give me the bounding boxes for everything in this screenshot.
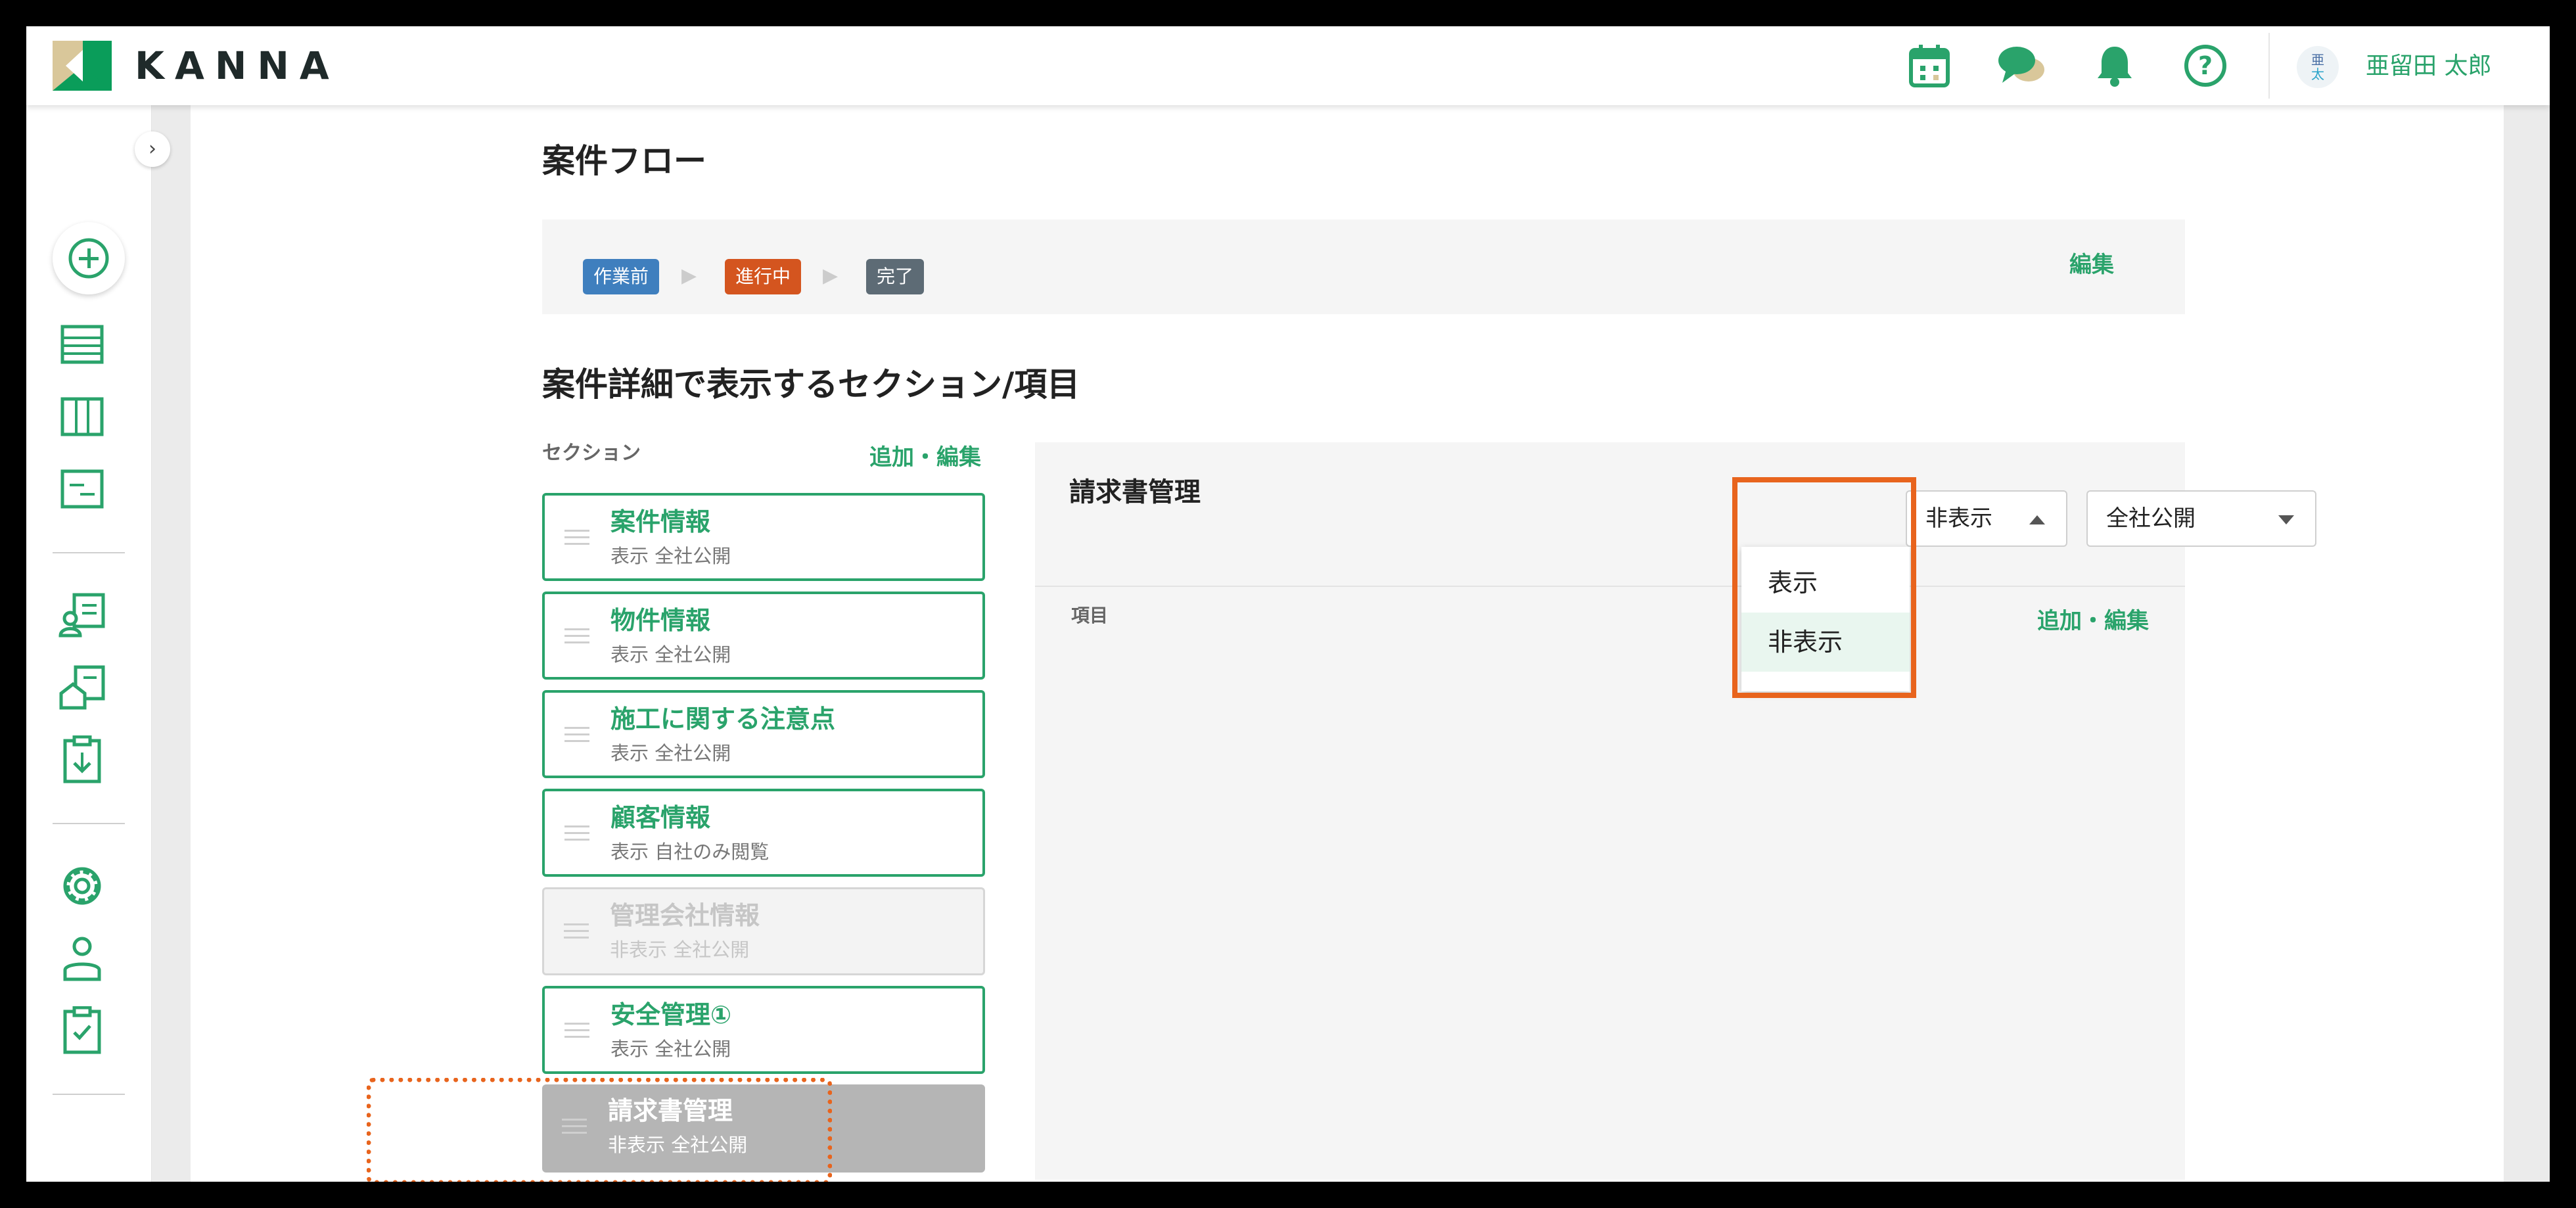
drag-handle-icon[interactable] <box>564 825 589 843</box>
sidebar-divider <box>53 552 125 553</box>
flow-bar: 作業前 ▶ 進行中 ▶ 完了 編集 <box>542 220 2185 314</box>
section-label: セクション <box>542 442 641 465</box>
detail-title: 案件詳細で表示するセクション/項目 <box>542 365 1080 404</box>
board-icon[interactable] <box>49 384 115 450</box>
flow-arrow-icon: ▶ <box>681 264 697 287</box>
panel-title: 請求書管理 <box>1069 477 1201 507</box>
dropdown-option-hide[interactable]: 非表示 <box>1741 613 1910 672</box>
section-card[interactable]: 管理会社情報 非表示 全社公開 <box>542 887 985 975</box>
logo-text: KANNA <box>135 43 340 88</box>
section-card[interactable]: 安全管理① 表示 全社公開 <box>542 986 985 1074</box>
section-card-status: 表示 全社公開 <box>610 1038 731 1060</box>
header-divider <box>2268 33 2270 99</box>
section-card-status: 表示 全社公開 <box>610 742 731 764</box>
section-card[interactable]: 物件情報 表示 全社公開 <box>542 592 985 680</box>
flow-title: 案件フロー <box>542 142 706 180</box>
right-gutter <box>2504 105 2550 1182</box>
drag-handle-icon[interactable] <box>564 628 589 645</box>
item-add-edit-link[interactable]: 追加・編集 <box>2037 607 2149 636</box>
calendar-icon[interactable] <box>1904 41 1954 91</box>
drag-handle-icon[interactable] <box>564 530 589 547</box>
section-card-title: 顧客情報 <box>610 803 711 832</box>
section-card-title: 管理会社情報 <box>610 901 760 930</box>
flow-arrow-icon: ▶ <box>823 264 839 287</box>
section-card[interactable]: 顧客情報 表示 自社のみ閲覧 <box>542 789 985 877</box>
help-icon[interactable]: ? <box>2180 41 2230 91</box>
section-card[interactable]: 施工に関する注意点 表示 全社公開 <box>542 690 985 778</box>
chat-icon[interactable] <box>1996 41 2046 91</box>
section-detail-panel: 請求書管理 非表示 全社公開 項目 追加・編集 <box>1035 442 2316 1180</box>
section-card-title: 請求書管理 <box>608 1096 733 1125</box>
section-card-title: 物件情報 <box>610 606 711 635</box>
avatar-line1: 亜 <box>2311 52 2324 68</box>
scope-select[interactable]: 全社公開 <box>2086 490 2316 547</box>
drag-handle-icon[interactable] <box>564 923 589 941</box>
avatar[interactable]: 亜 太 <box>2297 46 2339 88</box>
flow-step-chip: 作業前 <box>583 259 660 294</box>
chevron-down-icon <box>2278 515 2294 524</box>
section-add-edit-link[interactable]: 追加・編集 <box>869 443 981 472</box>
section-card-title: 施工に関する注意点 <box>610 705 836 733</box>
add-icon[interactable] <box>53 222 125 294</box>
section-card-status: 表示 全社公開 <box>610 643 731 666</box>
visibility-dropdown: 表示 非表示 <box>1741 547 1910 691</box>
section-card-title: 案件情報 <box>610 507 711 536</box>
bell-icon[interactable] <box>2090 41 2140 91</box>
property-icon[interactable] <box>49 655 115 720</box>
sidebar <box>26 105 152 1182</box>
section-card-title: 安全管理① <box>610 1000 732 1029</box>
drag-handle-icon[interactable] <box>564 1023 589 1040</box>
panel-divider <box>1035 586 2185 587</box>
chevron-up-icon <box>2029 515 2045 524</box>
document-icon[interactable] <box>49 456 115 522</box>
sidebar-divider <box>53 823 125 824</box>
section-card[interactable]: 案件情報 表示 全社公開 <box>542 493 985 581</box>
drag-handle-icon[interactable] <box>564 727 589 744</box>
settings-icon[interactable] <box>49 853 115 919</box>
flow-step-chip: 完了 <box>866 259 925 294</box>
section-card-selected[interactable]: 請求書管理 非表示 全社公開 <box>542 1084 985 1173</box>
kanna-logo-icon[interactable] <box>53 41 112 91</box>
sidebar-toggle-button[interactable]: › <box>135 131 170 167</box>
item-label: 項目 <box>1071 605 1109 626</box>
customer-icon[interactable] <box>49 582 115 648</box>
flow-edit-link[interactable]: 編集 <box>2069 248 2114 281</box>
list-icon[interactable] <box>49 312 115 377</box>
top-header: KANNA ? 亜 太 亜留田 太郎 <box>26 26 2550 105</box>
user-icon[interactable] <box>49 925 115 991</box>
clipboard-check-icon[interactable] <box>49 998 115 1063</box>
visibility-select-value: 非表示 <box>1925 505 1992 532</box>
drag-handle-icon[interactable] <box>562 1119 587 1136</box>
flow-step-chip: 進行中 <box>725 259 802 294</box>
visibility-select[interactable]: 非表示 <box>1906 490 2067 547</box>
section-card-status: 表示 自社のみ閲覧 <box>610 841 770 863</box>
main-content: 案件フロー 作業前 ▶ 進行中 ▶ 完了 編集 案件詳細で表示するセクション/項… <box>191 105 2504 1182</box>
section-card-status: 非表示 全社公開 <box>610 939 750 961</box>
app-window: KANNA ? 亜 太 亜留田 太郎 › 案件フロー 作業前 ▶ 進行中 ▶ 完… <box>26 26 2550 1182</box>
section-card-status: 非表示 全社公開 <box>608 1134 748 1156</box>
scope-select-value: 全社公開 <box>2106 505 2196 532</box>
svg-text:?: ? <box>2198 51 2213 80</box>
download-clipboard-icon[interactable] <box>49 727 115 793</box>
sidebar-divider <box>53 1094 125 1095</box>
dropdown-option-show[interactable]: 表示 <box>1741 553 1910 613</box>
user-name[interactable]: 亜留田 太郎 <box>2366 50 2491 83</box>
avatar-line2: 太 <box>2311 66 2324 82</box>
section-card-status: 表示 全社公開 <box>610 545 731 567</box>
